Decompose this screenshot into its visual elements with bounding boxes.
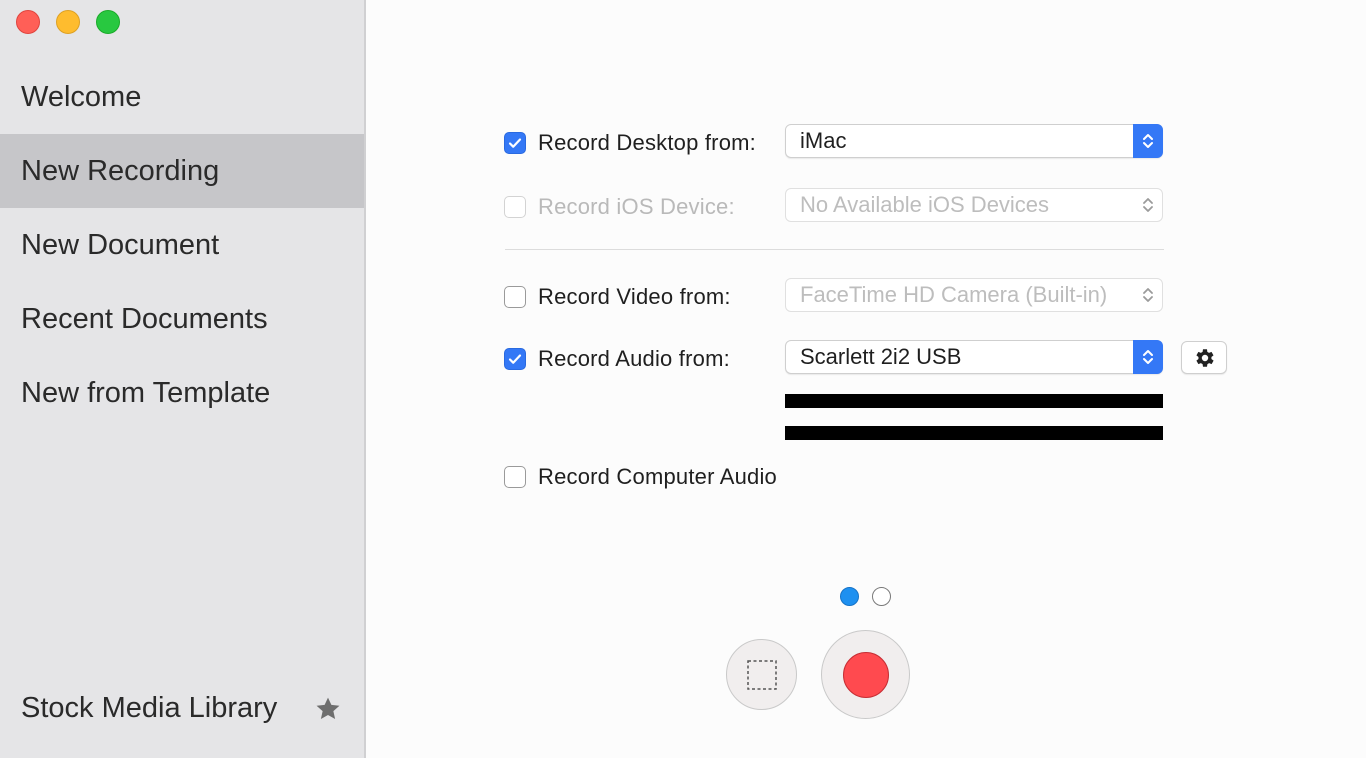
record-ios-row: Record iOS Device: [504,194,735,220]
popup-arrows-icon [1133,124,1163,158]
record-ios-label: Record iOS Device: [538,194,735,219]
ios-device-value: No Available iOS Devices [800,192,1050,217]
zoom-button[interactable] [96,10,120,34]
video-source-value: FaceTime HD Camera (Built-in) [800,282,1108,307]
audio-source-value: Scarlett 2i2 USB [800,344,962,369]
record-computer-audio-row: Record Computer Audio [504,464,777,490]
ios-device-select: No Available iOS Devices [785,188,1163,222]
record-icon [842,651,889,698]
record-desktop-checkbox[interactable] [504,132,526,154]
sidebar-item-stock-media-library[interactable]: Stock Media Library [0,671,364,745]
checkmark-icon [508,354,522,364]
audio-level-meter-right [785,426,1163,440]
stock-media-library-label: Stock Media Library [21,692,278,724]
audio-source-select[interactable]: Scarlett 2i2 USB [785,340,1163,374]
record-ios-checkbox [504,196,526,218]
page-indicator-1[interactable] [840,587,859,606]
minimize-button[interactable] [56,10,80,34]
sidebar-item-welcome[interactable]: Welcome [0,60,364,134]
sidebar-item-recent-documents[interactable]: Recent Documents [0,282,364,356]
record-video-label: Record Video from: [538,284,731,309]
checkmark-icon [508,138,522,148]
record-video-checkbox[interactable] [504,286,526,308]
record-audio-label: Record Audio from: [538,346,730,371]
record-audio-row: Record Audio from: [504,346,730,372]
record-computer-audio-label: Record Computer Audio [538,464,777,489]
popup-arrows-icon [1133,278,1163,312]
gear-icon [1196,348,1214,367]
video-source-select[interactable]: FaceTime HD Camera (Built-in) [785,278,1163,312]
audio-level-meter-left [785,394,1163,408]
sidebar-item-new-from-template[interactable]: New from Template [0,356,364,430]
separator [505,249,1164,250]
sidebar-item-new-recording[interactable]: New Recording [0,134,364,208]
star-icon[interactable] [314,695,342,723]
record-desktop-label: Record Desktop from: [538,130,756,155]
record-desktop-row: Record Desktop from: [504,130,756,156]
record-computer-audio-checkbox[interactable] [504,466,526,488]
record-button[interactable] [821,630,910,719]
selection-area-icon [746,659,777,690]
audio-settings-button[interactable] [1181,341,1227,374]
desktop-source-select[interactable]: iMac [785,124,1163,158]
popup-arrows-icon [1133,188,1163,222]
popup-arrows-icon [1133,340,1163,374]
sidebar-item-new-document[interactable]: New Document [0,208,364,282]
record-audio-checkbox[interactable] [504,348,526,370]
close-button[interactable] [16,10,40,34]
desktop-source-value: iMac [800,128,847,153]
window-controls [16,10,120,34]
select-area-button[interactable] [726,639,797,710]
page-indicator-2[interactable] [872,587,891,606]
record-video-row: Record Video from: [504,284,731,310]
sidebar: Welcome New Recording New Document Recen… [0,0,366,758]
sidebar-nav: Welcome New Recording New Document Recen… [0,60,364,430]
